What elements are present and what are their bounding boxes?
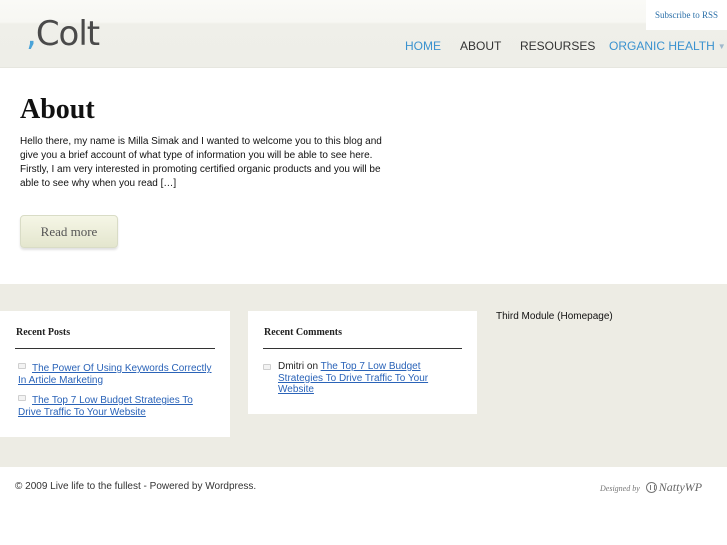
comment-author: Dmitri [278,361,305,372]
recent-posts-title: Recent Posts [16,327,71,338]
comment-text: Dmitri on The Top 7 Low Budget Strategie… [278,361,463,396]
chevron-down-icon: ▼ [717,42,726,51]
recent-post-link-1[interactable]: The Power Of Using Keywords Correctly In… [18,363,212,386]
nav-home[interactable]: HOME [405,38,441,54]
nattywp-logo-icon [645,482,657,493]
site-header: ,Colt Subscribe to RSS HOME ABOUT RESOUR… [0,0,727,68]
widget-divider [263,348,462,349]
widget-divider [15,348,215,349]
recent-posts-widget: Recent Posts The Power Of Using Keywords… [0,311,230,437]
nav-resourses[interactable]: RESOURSES [520,38,595,54]
designer-credit-link[interactable]: Designed by NattyWP [600,478,702,496]
nav-organic-health[interactable]: ORGANIC HEALTH ▼ [609,38,726,55]
third-module-title: Third Module (Homepage) [496,311,613,322]
list-item: The Power Of Using Keywords Correctly In… [18,363,216,386]
list-item: Dmitri on The Top 7 Low Budget Strategie… [263,361,463,396]
designer-name: NattyWP [658,480,703,494]
list-item: The Top 7 Low Budget Strategies To Drive… [18,395,216,418]
footer-copyright: © 2009 Live life to the fullest - Powere… [15,481,257,492]
bullet-icon [18,363,26,369]
post-title[interactable]: About [20,92,95,128]
post-excerpt: Hello there, my name is Milla Simak and … [20,136,382,189]
recent-comments-title: Recent Comments [264,327,343,338]
bullet-icon [263,364,271,370]
main-nav: HOME ABOUT RESOURSES ORGANIC HEALTH ▼ [0,38,727,54]
comment-connector: on [306,361,319,372]
read-more-button[interactable]: Read more [20,215,118,248]
nav-about[interactable]: ABOUT [460,38,501,54]
recent-comments-widget: Recent Comments Dmitri on The Top 7 Low … [248,311,477,414]
recent-post-link-2[interactable]: The Top 7 Low Budget Strategies To Drive… [18,395,193,418]
bullet-icon [18,395,26,401]
subscribe-rss-link[interactable]: Subscribe to RSS [646,0,727,30]
nav-organic-health-label: ORGANIC HEALTH [609,39,715,53]
designed-by-label: Designed by [600,484,640,493]
recent-posts-list: The Power Of Using Keywords Correctly In… [18,363,216,427]
